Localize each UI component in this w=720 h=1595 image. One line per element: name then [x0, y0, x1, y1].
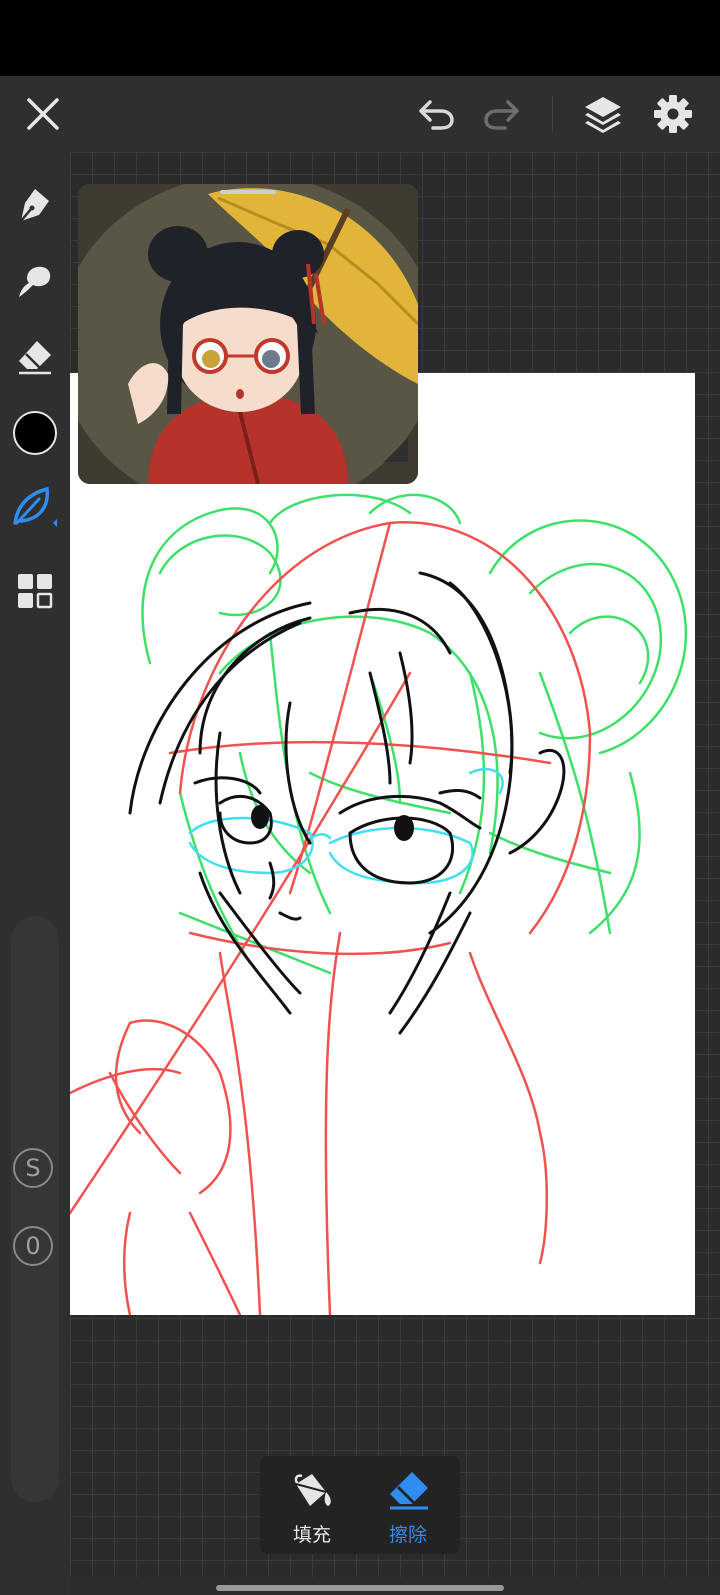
redo-icon	[484, 100, 519, 130]
close-icon	[27, 98, 59, 130]
ink-line-layer	[128, 571, 566, 1035]
size-label: S	[25, 1154, 41, 1182]
fill-button[interactable]: 填充	[264, 1456, 360, 1554]
leaf-brush-icon	[13, 486, 57, 527]
eraser-icon	[390, 1472, 428, 1510]
settings-button[interactable]	[648, 76, 698, 152]
grid-icon	[18, 574, 53, 609]
paint-bucket-icon	[294, 1474, 331, 1506]
smudge-icon	[19, 266, 51, 297]
reference-drag-handle[interactable]	[220, 190, 276, 194]
erase-button[interactable]: 擦除	[360, 1456, 456, 1554]
opacity-button[interactable]: 0	[13, 1226, 53, 1266]
green-sketch-layer	[141, 493, 688, 975]
fill-label: 填充	[292, 1524, 331, 1546]
toolbar-divider	[552, 96, 553, 132]
leaf-brush-tool[interactable]	[10, 482, 60, 532]
brush-size-slider[interactable]	[11, 916, 59, 1502]
smudge-tool[interactable]	[10, 256, 60, 306]
layers-icon	[585, 97, 621, 133]
tool-sidebar: S 0	[0, 152, 70, 1595]
undo-icon	[419, 100, 454, 130]
undo-button[interactable]	[412, 76, 462, 152]
sketch-drawing	[70, 493, 688, 1315]
fill-erase-panel: 填充 擦除	[260, 1456, 460, 1554]
home-indicator	[216, 1585, 504, 1591]
reference-image[interactable]	[78, 184, 418, 484]
status-bar	[0, 0, 720, 76]
eraser-tool[interactable]	[10, 332, 60, 382]
drawing-canvas[interactable]	[70, 373, 695, 1315]
pen-icon	[20, 189, 49, 222]
redo-button[interactable]	[476, 76, 526, 152]
red-sketch-layer	[70, 521, 592, 1315]
eye-pupils	[251, 805, 414, 841]
color-swatch	[13, 411, 57, 455]
gear-icon	[654, 95, 692, 133]
reference-illustration	[78, 184, 418, 484]
erase-label: 擦除	[388, 1524, 427, 1546]
top-toolbar	[0, 76, 720, 152]
cyan-sketch-layer	[188, 767, 504, 885]
eraser-icon	[19, 341, 51, 375]
close-button[interactable]	[18, 76, 68, 152]
opacity-label: 0	[25, 1232, 41, 1260]
color-picker[interactable]	[10, 408, 60, 458]
layers-button[interactable]	[578, 76, 628, 152]
size-button[interactable]: S	[13, 1148, 53, 1188]
grid-tool[interactable]	[10, 566, 60, 616]
pen-tool[interactable]	[10, 180, 60, 230]
